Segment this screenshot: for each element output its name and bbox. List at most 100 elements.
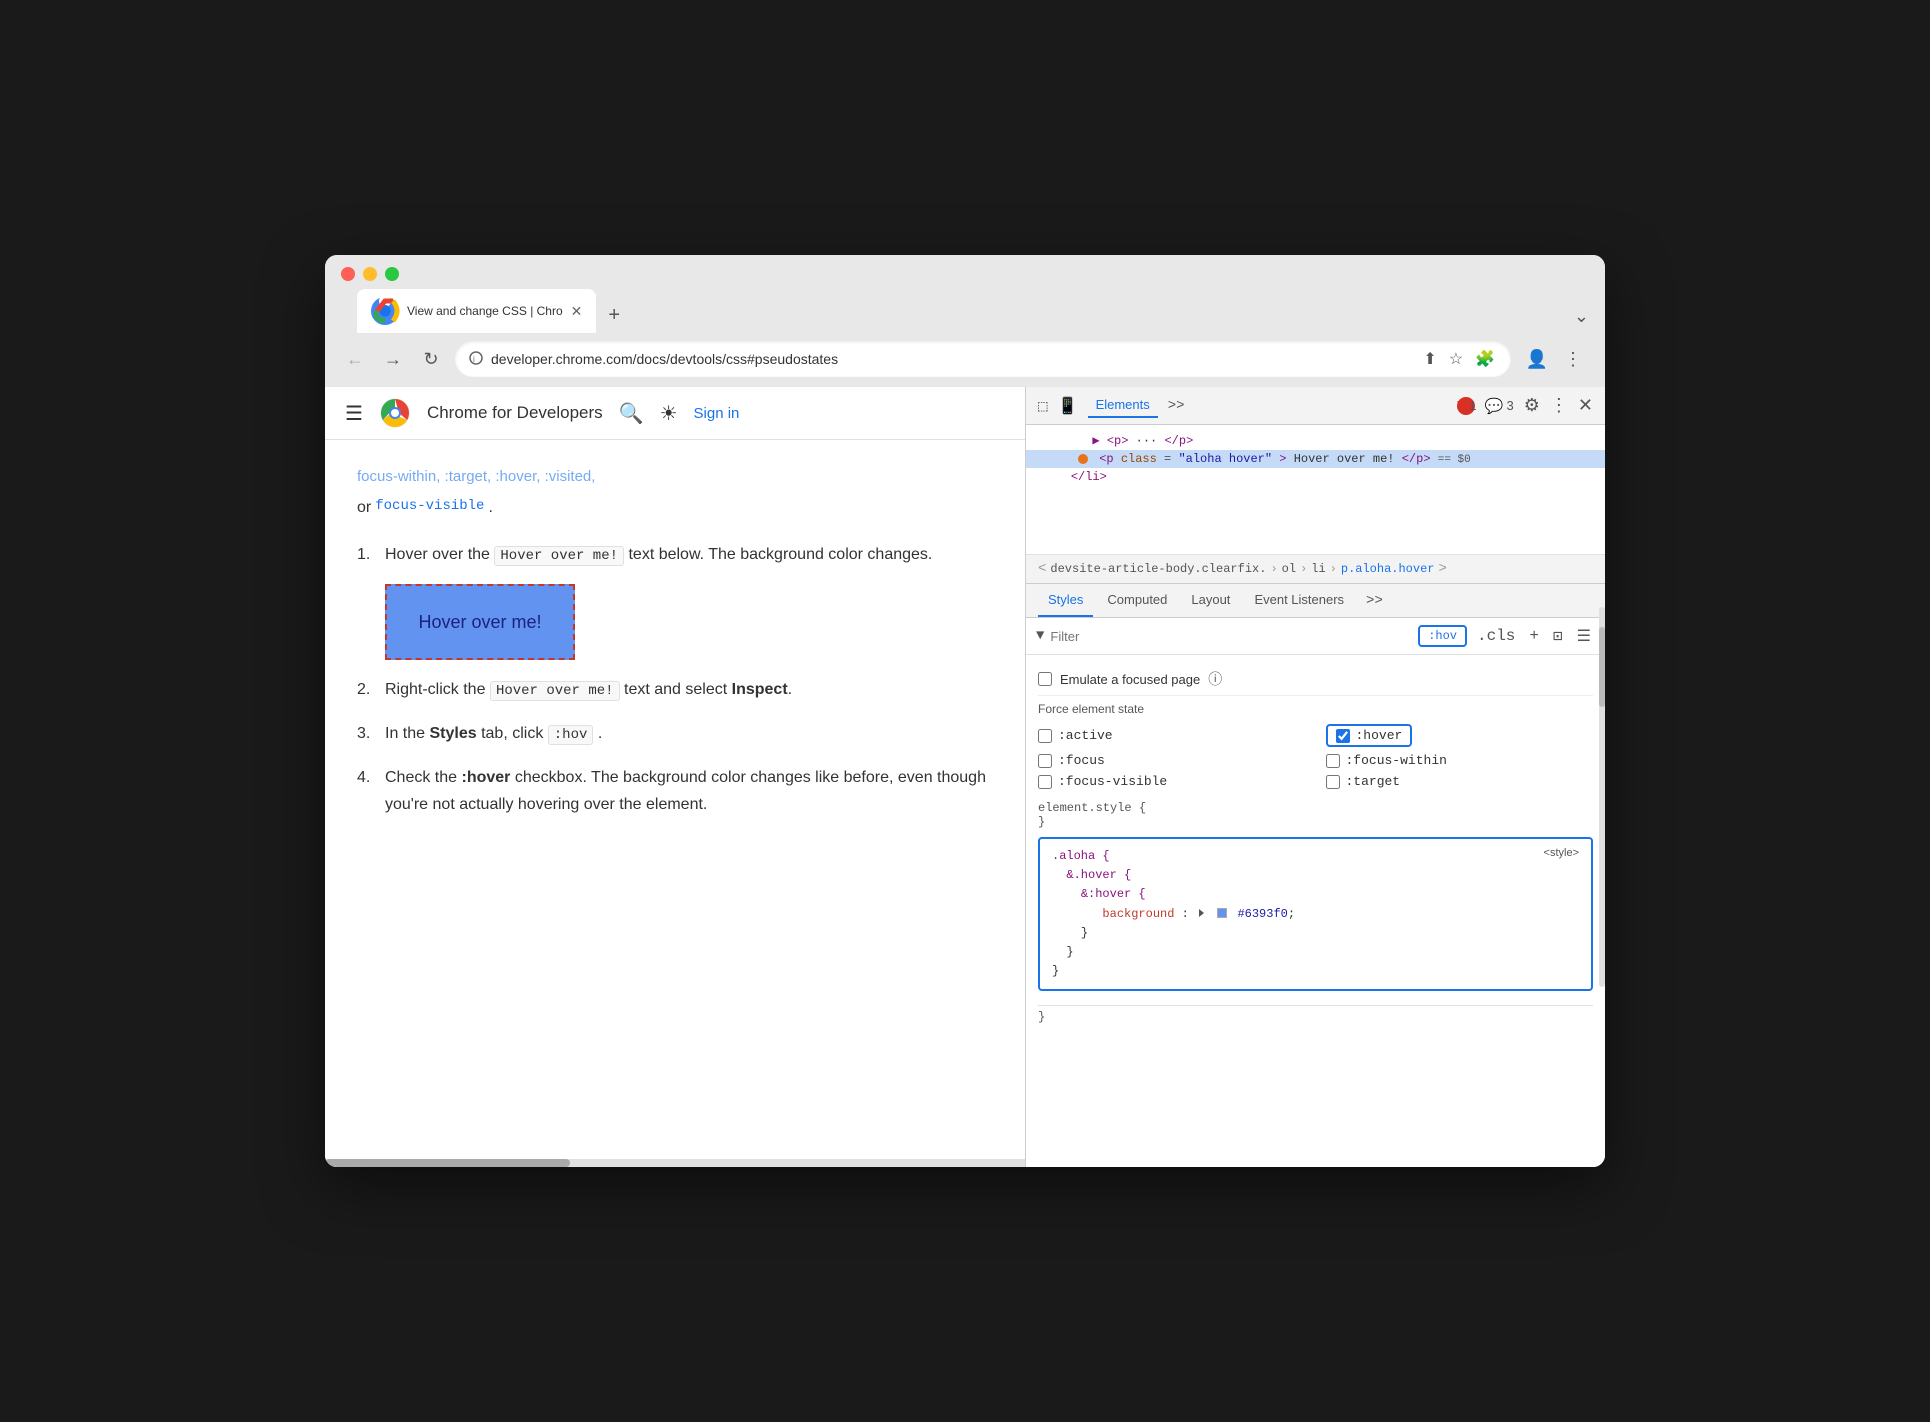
focused-page-checkbox[interactable] <box>1038 672 1052 686</box>
css-brace-2: } <box>1066 945 1073 959</box>
css-close-3: } <box>1052 962 1579 981</box>
style-source[interactable]: <style> <box>1544 847 1579 859</box>
state-active-checkbox[interactable] <box>1038 729 1052 743</box>
breadcrumb-right-arrow[interactable]: > <box>1439 561 1447 577</box>
list-text-1-after: text below. The background color changes… <box>628 546 932 563</box>
url-bar[interactable]: i developer.chrome.com/docs/devtools/css… <box>455 341 1511 377</box>
url-actions: ⬆ ☆ 🧩 <box>1421 347 1497 371</box>
breadcrumb-sep-1: › <box>1270 562 1277 576</box>
list-item-4-content: Check the :hover checkbox. The backgroun… <box>385 764 993 818</box>
state-focus-visible-checkbox[interactable] <box>1038 775 1052 789</box>
lock-icon: i <box>469 351 483 368</box>
item3-in-text: In the <box>385 725 429 742</box>
account-icon[interactable]: 👤 <box>1521 343 1553 375</box>
scroll-thumb <box>325 1159 570 1167</box>
state-active-label: :active <box>1058 728 1113 743</box>
css-brace-3: } <box>1052 964 1059 978</box>
devtools-scrollbar[interactable] <box>1599 607 1605 987</box>
element-style-close: } <box>1038 815 1045 829</box>
bookmark-icon[interactable]: ☆ <box>1447 347 1465 371</box>
reload-button[interactable]: ↻ <box>417 345 445 373</box>
url-text: developer.chrome.com/docs/devtools/css#p… <box>491 351 838 367</box>
period-text: . <box>488 494 492 521</box>
computed-icon[interactable]: ☰ <box>1573 624 1595 648</box>
dom-line[interactable]: ▶ <p> ··· </p> <box>1026 431 1605 450</box>
css-hover-selector: &.hover { <box>1066 868 1131 882</box>
devtools-close-button[interactable]: ✕ <box>1578 395 1593 416</box>
state-focus-visible-label: :focus-visible <box>1058 774 1167 789</box>
list-num-3: 3. <box>357 720 377 747</box>
extensions-icon[interactable]: 🧩 <box>1473 347 1497 371</box>
hamburger-menu-icon[interactable]: ☰ <box>345 401 363 426</box>
minimize-button[interactable] <box>363 267 377 281</box>
device-mode-icon[interactable]: 📱 <box>1058 396 1078 416</box>
devtools-toolbar: ⬚ 📱 Elements >> ✕ 1 💬 3 ⚙ ⋮ ✕ <box>1026 387 1605 425</box>
focus-visible-link[interactable]: focus-visible <box>375 495 484 519</box>
devtools-more-button[interactable]: ⋮ <box>1550 395 1568 416</box>
css-color-swatch[interactable] <box>1217 908 1227 918</box>
css-expand-arrow[interactable] <box>1199 909 1204 917</box>
layout-icon[interactable]: ⊡ <box>1549 624 1567 648</box>
dom-li-close[interactable]: </li> <box>1026 468 1605 486</box>
state-target-label: :target <box>1346 774 1401 789</box>
screen-share-icon[interactable]: ⬆ <box>1421 347 1438 371</box>
cls-button[interactable]: .cls <box>1473 625 1519 647</box>
hover-demo-box[interactable]: Hover over me! <box>385 584 575 660</box>
more-tabs-button[interactable]: >> <box>1168 398 1185 414</box>
dom-tag: ▶ <p> <box>1092 434 1128 448</box>
filter-input[interactable] <box>1050 629 1412 644</box>
list-item: 2. Right-click the Hover over me! text a… <box>357 676 993 704</box>
css-property-line[interactable]: background : #6393f0; <box>1052 905 1579 924</box>
state-hover-checkbox[interactable] <box>1336 729 1350 743</box>
css-highlighted-block: <style> .aloha { &.hover { &:hover { bac… <box>1038 837 1593 991</box>
inspect-bold: Inspect <box>732 681 788 698</box>
inspect-element-icon[interactable]: ⬚ <box>1038 396 1048 416</box>
hov-button[interactable]: :hov <box>1418 625 1467 647</box>
focused-page-label: Emulate a focused page <box>1060 672 1200 687</box>
emulate-focused-page-row: Emulate a focused page ⓘ <box>1038 663 1593 696</box>
breadcrumb-item-1[interactable]: devsite-article-body.clearfix. <box>1050 562 1266 576</box>
tab-close-button[interactable]: ✕ <box>569 303 585 320</box>
devtools-settings-button[interactable]: ⚙ <box>1524 395 1540 416</box>
dom-selected-line[interactable]: <p class = "aloha hover" > Hover over me… <box>1026 450 1605 468</box>
state-focus-within-checkbox[interactable] <box>1326 754 1340 768</box>
breadcrumb-item-4[interactable]: p.aloha.hover <box>1341 562 1435 576</box>
forward-button[interactable]: → <box>379 345 407 373</box>
tab-elements[interactable]: Elements <box>1088 393 1158 418</box>
tab-event-listeners[interactable]: Event Listeners <box>1244 584 1354 617</box>
svg-text:i: i <box>473 355 475 364</box>
list-text-2-middle: text and select <box>624 681 727 698</box>
maximize-button[interactable] <box>385 267 399 281</box>
state-focus-checkbox[interactable] <box>1038 754 1052 768</box>
tab-layout[interactable]: Layout <box>1181 584 1240 617</box>
state-item-focus-within: :focus-within <box>1326 753 1594 768</box>
close-button[interactable] <box>341 267 355 281</box>
tab-menu-button[interactable]: ⌄ <box>1574 306 1589 333</box>
dom-breadcrumb: < devsite-article-body.clearfix. › ol › … <box>1026 555 1605 584</box>
list-num-1: 1. <box>357 541 377 568</box>
state-target-checkbox[interactable] <box>1326 775 1340 789</box>
breadcrumb-item-2[interactable]: ol <box>1282 562 1296 576</box>
filter-icon: ▼ <box>1036 628 1044 644</box>
tab-styles[interactable]: Styles <box>1038 584 1093 617</box>
page-scroll[interactable] <box>325 1159 1025 1167</box>
state-checkboxes: :active :hover :focus <box>1038 724 1593 789</box>
dom-class-attr: class <box>1121 452 1157 466</box>
help-icon[interactable]: ⓘ <box>1208 669 1222 689</box>
add-rule-button[interactable]: + <box>1525 625 1543 647</box>
breadcrumb-left-arrow[interactable]: < <box>1038 561 1046 577</box>
breadcrumb-item-3[interactable]: li <box>1311 562 1325 576</box>
css-value: #6393f0 <box>1237 907 1287 921</box>
tab-computed[interactable]: Computed <box>1097 584 1177 617</box>
search-button[interactable]: 🔍 <box>619 401 644 426</box>
new-tab-button[interactable]: + <box>600 304 628 333</box>
hov-code: :hov <box>548 725 594 745</box>
item3-period: . <box>598 725 602 742</box>
browser-menu-button[interactable]: ⋮ <box>1557 343 1589 375</box>
numbered-list: 1. Hover over the Hover over me! text be… <box>357 541 993 819</box>
back-button[interactable]: ← <box>341 345 369 373</box>
sign-in-button[interactable]: Sign in <box>694 405 740 422</box>
active-tab[interactable]: View and change CSS | Chro ✕ <box>357 289 596 333</box>
theme-toggle-button[interactable]: ☀ <box>660 401 678 426</box>
styles-more-button[interactable]: >> <box>1366 593 1383 609</box>
